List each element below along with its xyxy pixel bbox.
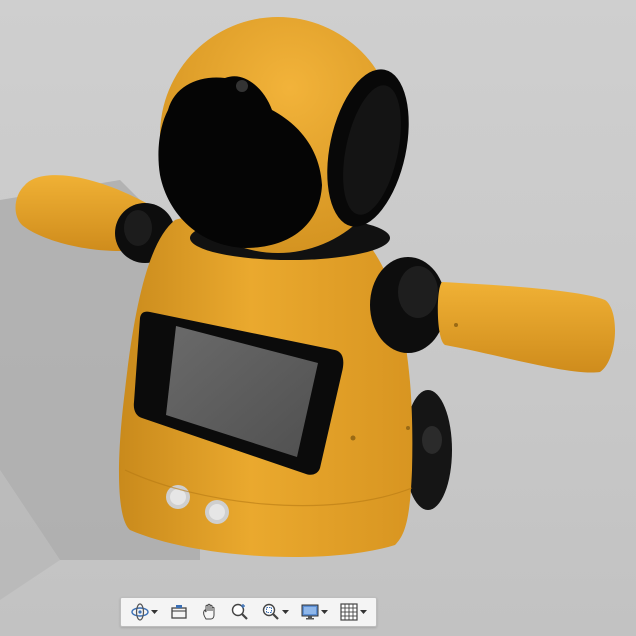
look-at-button[interactable]: [167, 599, 191, 625]
grid-icon: [339, 603, 358, 621]
3d-viewport[interactable]: [0, 0, 636, 636]
camera-lens: [236, 80, 248, 92]
monitor-icon: [301, 604, 319, 620]
look-at-icon: [171, 605, 187, 619]
pan-button[interactable]: [198, 599, 222, 625]
front-button-right: [205, 500, 229, 524]
head: [158, 17, 409, 253]
sensor-hole: [406, 426, 410, 430]
chevron-down-icon[interactable]: [282, 609, 290, 615]
display-settings-button[interactable]: [298, 599, 330, 625]
fit-button[interactable]: [259, 599, 291, 625]
zoom-icon: [232, 603, 249, 620]
zoom-button[interactable]: [228, 599, 252, 625]
zoom-window-icon: [262, 603, 279, 620]
orbit-icon: [131, 603, 150, 621]
navigation-toolbar: [120, 597, 377, 627]
grid-settings-button[interactable]: [337, 599, 369, 625]
hand-icon: [202, 603, 215, 620]
chevron-down-icon[interactable]: [320, 609, 328, 615]
chevron-down-icon[interactable]: [359, 609, 367, 615]
model-canvas[interactable]: [0, 0, 636, 636]
orbit-button[interactable]: [128, 599, 160, 625]
sensor-hole: [350, 435, 356, 441]
torso: [118, 215, 413, 557]
chevron-down-icon[interactable]: [151, 609, 159, 615]
